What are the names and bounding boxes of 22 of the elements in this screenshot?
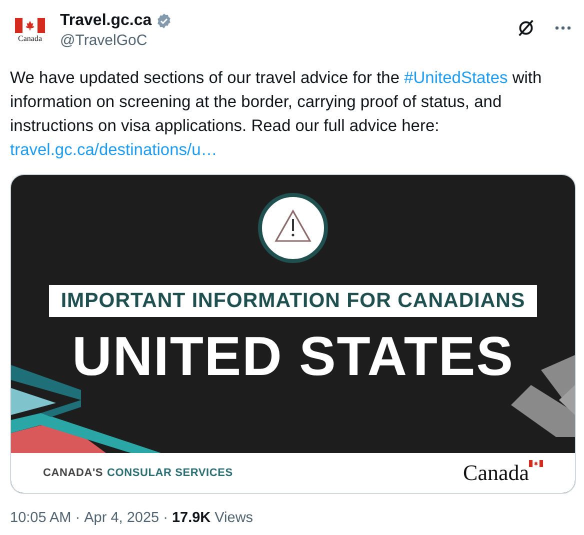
canada-wordmark: Canada [463,460,529,486]
footer-label-prefix: CANADA'S [43,467,104,479]
separator-dot: · [163,510,168,526]
post-image[interactable]: IMPORTANT INFORMATION FOR CANADIANS UNITED STATES CANADA'S CONSULAR SERVICES Canada [10,174,576,494]
views-count: 17.9K [172,510,211,526]
post-date[interactable]: Apr 4, 2025 [84,510,160,526]
author-name[interactable]: Travel.gc.ca [60,12,152,30]
post-time[interactable]: 10:05 AM [10,510,72,526]
footer-label: CONSULAR SERVICES [107,467,233,479]
flag-icon [15,18,45,32]
warning-icon [258,193,328,263]
avatar[interactable]: Canada [10,10,50,50]
author-handle[interactable]: @TravelGoC [60,32,506,49]
banner-heading: IMPORTANT INFORMATION FOR CANADIANS [48,285,538,317]
slashed-circle-icon[interactable] [516,18,536,38]
separator-dot: · [75,510,80,526]
post-text: We have updated sections of our travel advice for the #UnitedStates with information on screening at the border, carrying proof of status, and instructions on visa applications. Read our full advice here: travel.gc.ca/destinations/u… [10,68,543,161]
more-icon[interactable] [554,25,572,31]
avatar-caption: Canada [18,34,42,42]
flag-icon [529,460,543,467]
image-title: UNITED STATES [72,329,514,384]
views-label: Views [214,510,254,526]
